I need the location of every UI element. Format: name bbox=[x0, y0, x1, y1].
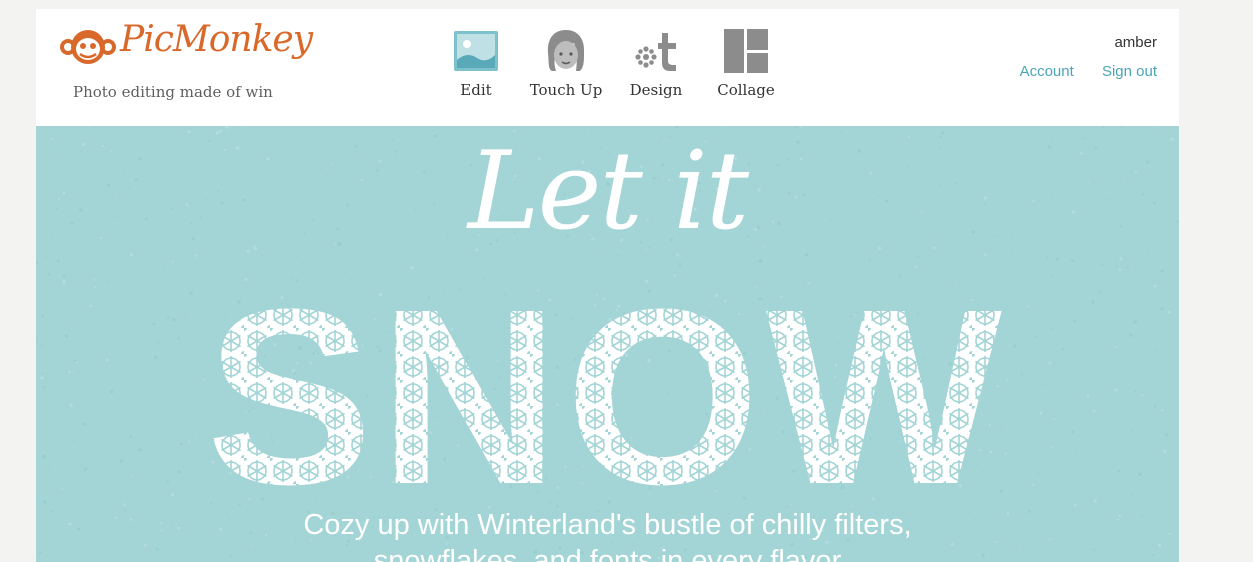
face-icon bbox=[547, 30, 585, 71]
design-icon bbox=[635, 33, 676, 71]
nav-label-collage: Collage bbox=[717, 81, 775, 99]
banner-subtitle-line1: Cozy up with Winterland's bustle of chil… bbox=[303, 509, 912, 541]
page: PicMonkey Photo editing made of win Edit bbox=[0, 0, 1253, 562]
banner-script-text: Let it bbox=[467, 129, 749, 254]
username: amber bbox=[1114, 34, 1157, 51]
brand-tagline: Photo editing made of win bbox=[73, 83, 273, 101]
account-link[interactable]: Account bbox=[1020, 63, 1074, 80]
banner-subtitle: Cozy up with Winterland's bustle of chil… bbox=[36, 507, 1179, 562]
user-area: amber Account Sign out bbox=[996, 34, 1157, 80]
picmonkey-logo[interactable]: PicMonkey Photo editing made of win bbox=[58, 19, 313, 105]
top-header: PicMonkey Photo editing made of win Edit bbox=[36, 9, 1179, 126]
nav-label-touch-up: Touch Up bbox=[529, 81, 603, 99]
monkey-logo-icon bbox=[60, 30, 116, 64]
landscape-photo-icon bbox=[454, 31, 498, 71]
nav-label-edit: Edit bbox=[460, 81, 492, 99]
brand-wordmark: PicMonkey bbox=[120, 19, 313, 60]
nav-label-design: Design bbox=[629, 81, 683, 99]
winterland-banner[interactable]: Let it SNOW Cozy up with Winterland's bu… bbox=[36, 126, 1179, 562]
snow-headline-text: SNOW bbox=[206, 276, 1008, 506]
nav-touch-up[interactable]: Touch Up bbox=[526, 27, 606, 99]
collage-grid-icon bbox=[724, 29, 768, 73]
app-frame: PicMonkey Photo editing made of win Edit bbox=[36, 9, 1179, 562]
nav-collage[interactable]: Collage bbox=[706, 27, 786, 99]
user-links: Account Sign out bbox=[996, 63, 1157, 80]
nav-edit[interactable]: Edit bbox=[436, 27, 516, 99]
sign-out-link[interactable]: Sign out bbox=[1102, 63, 1157, 80]
snow-headline: SNOW bbox=[206, 276, 1008, 506]
banner-subtitle-line2: snowflakes, and fonts in every flavor bbox=[373, 545, 842, 562]
nav-design[interactable]: Design bbox=[616, 27, 696, 99]
